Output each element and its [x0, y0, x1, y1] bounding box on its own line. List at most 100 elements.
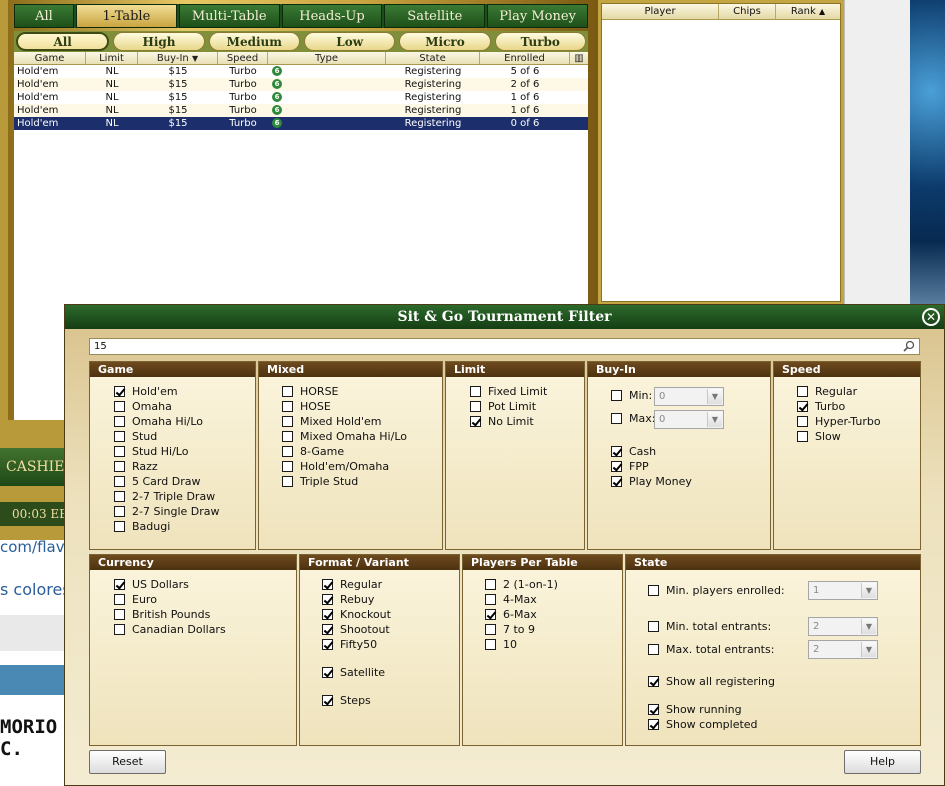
mixed-option[interactable]: Mixed Hold'em — [282, 415, 382, 428]
players-checkbox[interactable] — [485, 639, 496, 650]
format-checkbox[interactable] — [322, 609, 333, 620]
state-option[interactable]: Show completed — [648, 718, 758, 731]
tab-satellite[interactable]: Satellite — [384, 4, 486, 28]
currency-checkbox[interactable] — [114, 624, 125, 635]
format-option[interactable]: Shootout — [322, 623, 390, 636]
mixed-checkbox[interactable] — [282, 386, 293, 397]
currency-checkbox[interactable] — [114, 579, 125, 590]
currency-option[interactable]: US Dollars — [114, 578, 189, 591]
min-buyin-select[interactable]: 0 ▼ — [654, 387, 724, 406]
min-buyin-checkbox[interactable] — [611, 390, 622, 401]
game-option[interactable]: Badugi — [114, 520, 170, 533]
max-buyin-checkbox[interactable] — [611, 413, 622, 424]
format-checkbox[interactable] — [322, 695, 333, 706]
players-option[interactable]: 7 to 9 — [485, 623, 535, 636]
game-checkbox[interactable] — [114, 446, 125, 457]
table-row[interactable]: Hold'em NL $15 Turbo 6 Registering 5 of 6 — [14, 65, 588, 78]
col-enrolled[interactable]: Enrolled — [480, 52, 570, 64]
format-option[interactable]: Satellite — [322, 666, 385, 679]
buyin-option[interactable]: Cash — [611, 445, 656, 458]
game-checkbox[interactable] — [114, 461, 125, 472]
col-limit[interactable]: Limit — [86, 52, 138, 64]
mixed-checkbox[interactable] — [282, 431, 293, 442]
format-option[interactable]: Regular — [322, 578, 382, 591]
col-game[interactable]: Game — [14, 52, 86, 64]
col-state[interactable]: State — [386, 52, 480, 64]
mixed-option[interactable]: 8-Game — [282, 445, 344, 458]
format-option[interactable]: Fifty50 — [322, 638, 377, 651]
players-checkbox[interactable] — [485, 579, 496, 590]
tab-heads-up[interactable]: Heads-Up — [281, 4, 383, 28]
limit-checkbox[interactable] — [470, 386, 481, 397]
col-player[interactable]: Player — [602, 4, 719, 19]
col-chips[interactable]: Chips — [719, 4, 776, 19]
mixed-checkbox[interactable] — [282, 401, 293, 412]
format-checkbox[interactable] — [322, 624, 333, 635]
game-checkbox[interactable] — [114, 401, 125, 412]
level-tab-high[interactable]: High — [113, 32, 205, 51]
mixed-checkbox[interactable] — [282, 416, 293, 427]
state-checkbox[interactable] — [648, 704, 659, 715]
max-entrants-option[interactable]: Max. total entrants: — [648, 643, 774, 656]
currency-checkbox[interactable] — [114, 594, 125, 605]
column-chooser-icon[interactable]: ▥ — [570, 52, 588, 64]
game-checkbox[interactable] — [114, 521, 125, 532]
mixed-option[interactable]: Hold'em/Omaha — [282, 460, 389, 473]
min-enrolled-select[interactable]: 1 ▼ — [808, 581, 878, 600]
limit-checkbox[interactable] — [470, 401, 481, 412]
tab-1-table[interactable]: 1-Table — [76, 4, 177, 28]
players-checkbox[interactable] — [485, 609, 496, 620]
max-buyin-option[interactable]: Max: — [611, 412, 655, 425]
currency-option[interactable]: Euro — [114, 593, 157, 606]
min-entrants-select[interactable]: 2 ▼ — [808, 617, 878, 636]
col-speed[interactable]: Speed — [218, 52, 268, 64]
game-checkbox[interactable] — [114, 416, 125, 427]
format-checkbox[interactable] — [322, 579, 333, 590]
background-link[interactable]: com/flavio — [0, 538, 64, 558]
game-option[interactable]: Omaha — [114, 400, 172, 413]
col-type[interactable]: Type — [268, 52, 386, 64]
buyin-checkbox[interactable] — [611, 446, 622, 457]
format-option[interactable]: Rebuy — [322, 593, 374, 606]
players-option[interactable]: 4-Max — [485, 593, 537, 606]
mixed-option[interactable]: Triple Stud — [282, 475, 358, 488]
search-icon[interactable] — [903, 340, 915, 352]
game-option[interactable]: Stud — [114, 430, 157, 443]
game-option[interactable]: 2-7 Triple Draw — [114, 490, 215, 503]
min-buyin-option[interactable]: Min: — [611, 389, 652, 402]
level-tab-all[interactable]: All — [16, 32, 110, 51]
players-checkbox[interactable] — [485, 594, 496, 605]
game-option[interactable]: Hold'em — [114, 385, 178, 398]
buyin-checkbox[interactable] — [611, 476, 622, 487]
table-row[interactable]: Hold'em NL $15 Turbo 6 Registering 2 of 6 — [14, 78, 588, 91]
min-entrants-checkbox[interactable] — [648, 621, 659, 632]
currency-checkbox[interactable] — [114, 609, 125, 620]
max-entrants-select[interactable]: 2 ▼ — [808, 640, 878, 659]
limit-option[interactable]: Pot Limit — [470, 400, 536, 413]
cashier-button[interactable]: CASHIER — [0, 448, 64, 486]
game-checkbox[interactable] — [114, 491, 125, 502]
level-tab-low[interactable]: Low — [303, 32, 396, 51]
game-option[interactable]: 5 Card Draw — [114, 475, 200, 488]
game-checkbox[interactable] — [114, 386, 125, 397]
limit-option[interactable]: No Limit — [470, 415, 534, 428]
mixed-checkbox[interactable] — [282, 461, 293, 472]
state-checkbox[interactable] — [648, 719, 659, 730]
limit-checkbox[interactable] — [470, 416, 481, 427]
speed-option[interactable]: Hyper-Turbo — [797, 415, 881, 428]
search-input[interactable]: 15 — [89, 338, 920, 355]
buyin-checkbox[interactable] — [611, 461, 622, 472]
format-checkbox[interactable] — [322, 667, 333, 678]
players-option[interactable]: 10 — [485, 638, 517, 651]
min-entrants-option[interactable]: Min. total entrants: — [648, 620, 771, 633]
tab-multi-table[interactable]: Multi-Table — [178, 4, 280, 28]
game-checkbox[interactable] — [114, 431, 125, 442]
col-buyin[interactable]: Buy-In ▼ — [138, 52, 218, 64]
table-row[interactable]: Hold'em NL $15 Turbo 6 Registering 1 of 6 — [14, 91, 588, 104]
game-checkbox[interactable] — [114, 506, 125, 517]
mixed-option[interactable]: HORSE — [282, 385, 339, 398]
speed-option[interactable]: Regular — [797, 385, 857, 398]
state-checkbox[interactable] — [648, 676, 659, 687]
format-checkbox[interactable] — [322, 594, 333, 605]
game-option[interactable]: Razz — [114, 460, 158, 473]
